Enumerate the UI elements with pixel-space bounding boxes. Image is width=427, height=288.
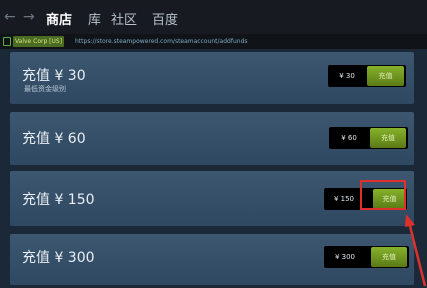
url-text[interactable]: https://store.steampowered.com/steamacco… <box>75 36 248 47</box>
add-funds-button[interactable]: 充值 <box>371 247 407 267</box>
price-label: ¥ 60 <box>341 134 357 142</box>
fund-option-title: 充值 ¥ 150 <box>22 192 95 208</box>
forward-arrow-icon[interactable]: → <box>23 9 35 25</box>
fund-option-title: 充值 ¥ 300 <box>22 250 95 266</box>
purchase-box: ¥ 300 充值 <box>324 246 409 268</box>
price-label: ¥ 150 <box>333 195 355 203</box>
purchase-box: ¥ 30 充值 <box>328 65 406 87</box>
pointer-arrow-icon <box>405 214 427 287</box>
fund-option-card: 充值 ¥ 30 最低资金级别 ¥ 30 充值 <box>10 52 414 104</box>
tab-community[interactable]: 社区 <box>111 9 137 28</box>
add-funds-button[interactable]: 充值 <box>370 128 406 148</box>
highlight-box <box>360 180 406 210</box>
certificate-badge[interactable]: Valve Corp [US] <box>13 36 65 47</box>
tab-user[interactable]: 百度 <box>152 9 178 28</box>
tab-store[interactable]: 商店 <box>46 9 72 28</box>
tab-library[interactable]: 库 <box>88 9 101 28</box>
add-funds-button[interactable]: 充值 <box>367 66 404 86</box>
fund-option-card: 充值 ¥ 150 ¥ 150 充值 <box>10 171 414 226</box>
back-arrow-icon[interactable]: ← <box>4 9 16 25</box>
fund-option-title: 充值 ¥ 30 <box>22 68 86 84</box>
price-label: ¥ 30 <box>339 72 355 80</box>
top-navigation-bar: ← → 商店 库 社区 百度 <box>0 0 427 34</box>
fund-option-card: 充值 ¥ 60 ¥ 60 充值 <box>10 112 414 165</box>
add-funds-list: 充值 ¥ 30 最低资金级别 ¥ 30 充值 充值 ¥ 60 ¥ 60 充值 充… <box>0 49 427 288</box>
lock-icon <box>3 37 11 46</box>
fund-option-card: 充值 ¥ 300 ¥ 300 充值 <box>10 234 414 285</box>
purchase-box: ¥ 60 充值 <box>329 127 408 149</box>
fund-option-title: 充值 ¥ 60 <box>22 131 86 147</box>
url-bar: Valve Corp [US] https://store.steampower… <box>0 34 427 49</box>
price-label: ¥ 300 <box>334 253 356 261</box>
fund-option-subtitle: 最低资金级别 <box>24 85 66 93</box>
